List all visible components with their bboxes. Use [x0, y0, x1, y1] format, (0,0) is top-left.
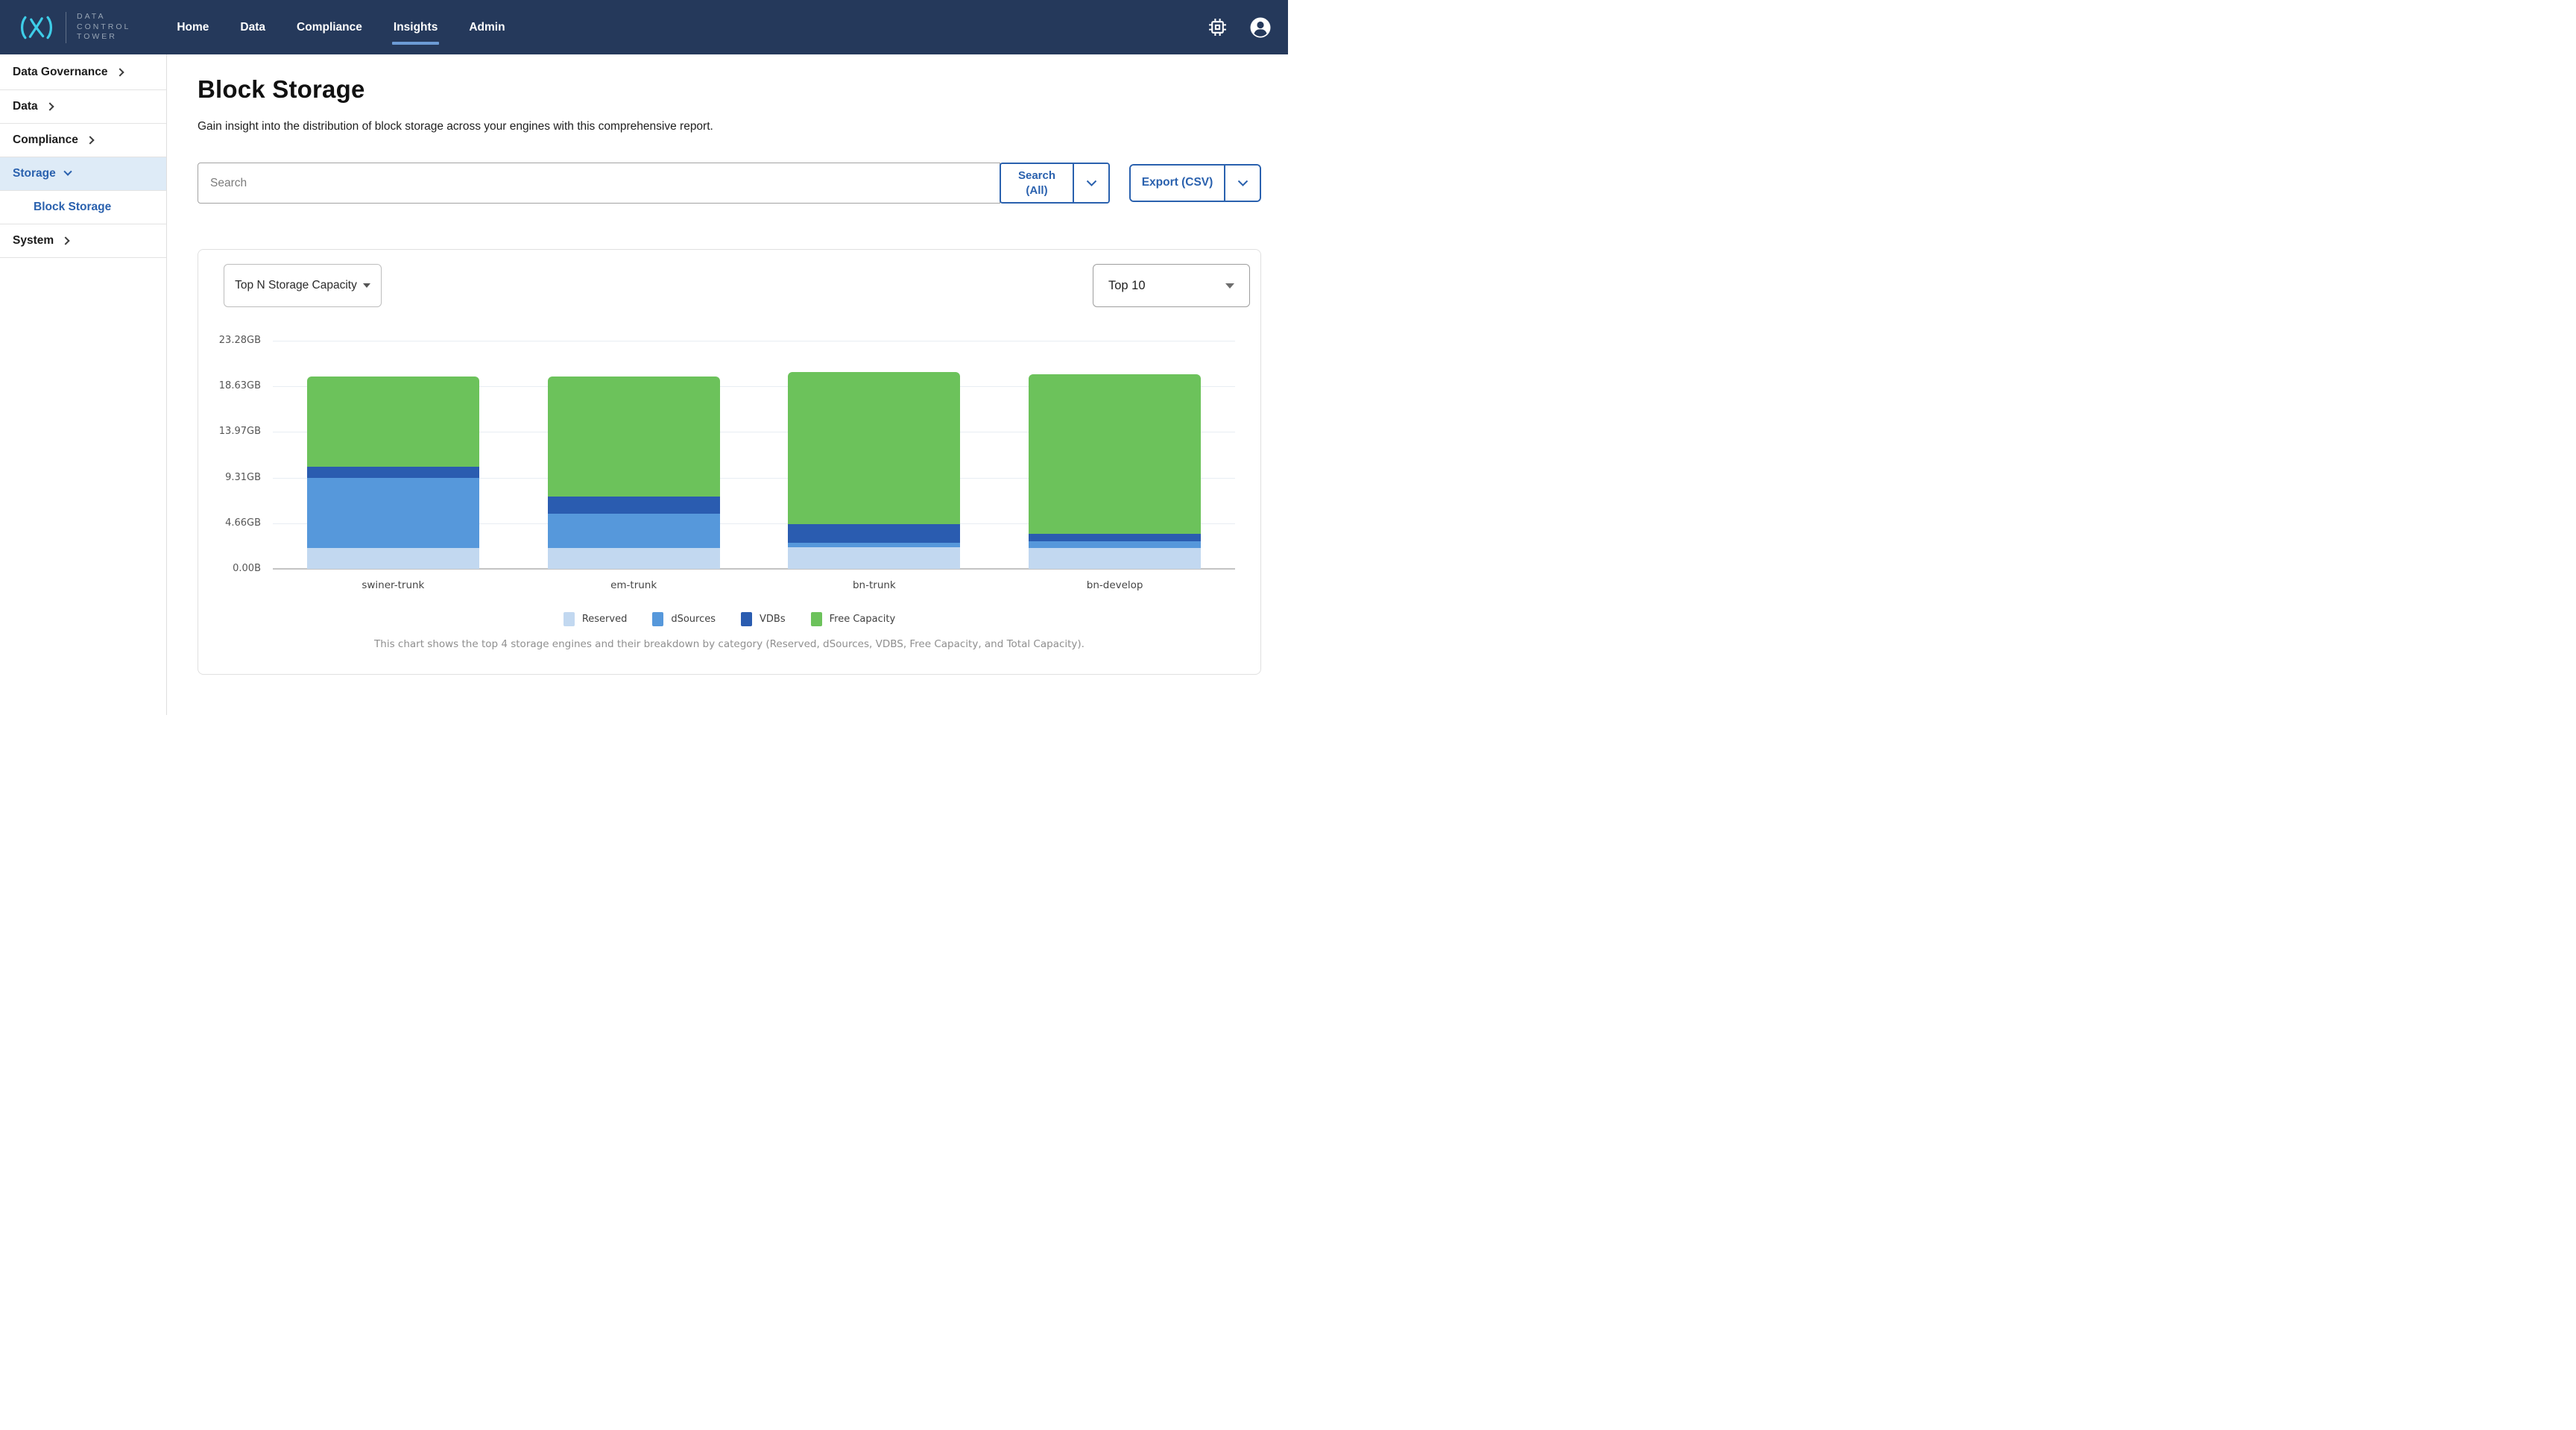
y-axis-tick-label: 0.00B: [185, 563, 261, 574]
bar-segment-free-capacity[interactable]: [548, 377, 720, 496]
navbar-actions: [1208, 16, 1288, 39]
bar-segment-dsources[interactable]: [548, 514, 720, 547]
legend-item-dsources[interactable]: dSources: [652, 612, 716, 626]
bar-segment-reserved[interactable]: [788, 547, 960, 569]
bar-segment-reserved[interactable]: [548, 548, 720, 569]
bar-segment-dsources[interactable]: [788, 543, 960, 547]
y-axis-tick-label: 23.28GB: [185, 335, 261, 346]
export-button-group: Export (CSV): [1129, 164, 1261, 202]
chart-legend: Reserved dSources VDBs Free Capacity: [198, 612, 1260, 626]
chevron-down-icon: [63, 168, 72, 176]
caret-down-icon: [363, 283, 370, 288]
search-input[interactable]: [198, 163, 1000, 204]
chevron-right-icon: [61, 236, 69, 245]
chart-caption: This chart shows the top 4 storage engin…: [198, 638, 1260, 650]
sidebar-item-block-storage[interactable]: Block Storage: [0, 191, 166, 224]
bar-segment-vdbs[interactable]: [307, 467, 479, 479]
stacked-bar-chart: 23.28GB18.63GB13.97GB9.31GB4.66GB0.00Bsw…: [273, 341, 1235, 569]
main-content: Block Storage Gain insight into the dist…: [167, 54, 1288, 715]
top-navbar: DATA CONTROL TOWER Home Data Compliance …: [0, 0, 1288, 54]
x-axis-category-label: bn-trunk: [853, 579, 896, 591]
top-n-select[interactable]: Top 10: [1093, 264, 1250, 307]
x-axis-category-label: em-trunk: [610, 579, 657, 591]
metric-selector-label: Top N Storage Capacity: [235, 279, 357, 292]
bar-segment-reserved[interactable]: [1029, 548, 1201, 569]
metric-selector-button[interactable]: Top N Storage Capacity: [224, 264, 382, 307]
search-button-label: Search: [1018, 169, 1055, 182]
legend-item-free-capacity[interactable]: Free Capacity: [811, 612, 896, 626]
sidebar-item-label: Block Storage: [34, 201, 111, 214]
chevron-right-icon: [86, 136, 94, 144]
search-options-dropdown-button[interactable]: [1073, 164, 1108, 202]
y-axis-tick-label: 9.31GB: [185, 472, 261, 483]
sidebar-item-compliance[interactable]: Compliance: [0, 124, 166, 157]
chart-card: Top N Storage Capacity Top 10 23.28GB18.…: [198, 249, 1261, 675]
page-subtitle: Gain insight into the distribution of bl…: [198, 120, 1261, 133]
x-axis-category-label: bn-develop: [1087, 579, 1143, 591]
legend-swatch: [811, 612, 822, 626]
x-axis-category-label: swiner-trunk: [362, 579, 424, 591]
search-all-button[interactable]: Search (All): [1001, 164, 1073, 202]
bar-segment-vdbs[interactable]: [1029, 534, 1201, 541]
bar-segment-vdbs[interactable]: [788, 524, 960, 543]
search-toolbar: Search (All) Export (CSV): [198, 163, 1261, 204]
chevron-down-icon: [1237, 180, 1248, 186]
nav-item-home[interactable]: Home: [177, 16, 209, 39]
legend-swatch: [564, 612, 575, 626]
chevron-right-icon: [45, 102, 54, 110]
y-axis-tick-label: 18.63GB: [185, 380, 261, 391]
dct-logo-icon: [19, 13, 54, 42]
bar-segment-free-capacity[interactable]: [1029, 374, 1201, 534]
y-axis-tick-label: 13.97GB: [185, 426, 261, 437]
legend-label: VDBs: [760, 614, 786, 625]
export-options-dropdown-button[interactable]: [1224, 166, 1260, 201]
page-title: Block Storage: [198, 75, 1261, 104]
caret-down-icon: [1225, 283, 1234, 289]
legend-label: Free Capacity: [830, 614, 896, 625]
sidebar-item-storage[interactable]: Storage: [0, 157, 166, 191]
top-n-value: Top 10: [1108, 279, 1146, 293]
sidebar-item-label: Compliance: [13, 133, 78, 147]
legend-item-reserved[interactable]: Reserved: [564, 612, 628, 626]
sidebar-item-label: Storage: [13, 167, 56, 180]
bar-segment-free-capacity[interactable]: [307, 377, 479, 467]
search-button-label2: (All): [1026, 184, 1047, 197]
export-csv-button[interactable]: Export (CSV): [1131, 166, 1224, 201]
nav-item-admin[interactable]: Admin: [469, 16, 505, 39]
sidebar: Data Governance Data Compliance Storage …: [0, 54, 167, 715]
legend-swatch: [741, 612, 752, 626]
legend-item-vdbs[interactable]: VDBs: [741, 612, 786, 626]
sidebar-item-data[interactable]: Data: [0, 90, 166, 124]
legend-label: dSources: [671, 614, 716, 625]
bar-segment-dsources[interactable]: [1029, 541, 1201, 548]
sidebar-item-label: Data Governance: [13, 66, 108, 79]
y-axis-tick-label: 4.66GB: [185, 517, 261, 529]
legend-swatch: [652, 612, 663, 626]
search-button-group: Search (All): [1000, 163, 1110, 204]
chevron-right-icon: [116, 68, 124, 76]
nav-item-compliance[interactable]: Compliance: [297, 16, 362, 39]
chip-icon[interactable]: [1208, 18, 1227, 37]
sidebar-item-label: Data: [13, 100, 38, 113]
bar-segment-dsources[interactable]: [307, 478, 479, 547]
logo-text: DATA CONTROL TOWER: [77, 12, 130, 43]
bar-segment-reserved[interactable]: [307, 548, 479, 569]
main-nav: Home Data Compliance Insights Admin: [177, 16, 505, 39]
app-logo[interactable]: DATA CONTROL TOWER: [19, 12, 130, 43]
legend-label: Reserved: [582, 614, 628, 625]
nav-item-insights[interactable]: Insights: [394, 16, 438, 39]
sidebar-item-system[interactable]: System: [0, 224, 166, 258]
sidebar-item-data-governance[interactable]: Data Governance: [0, 54, 166, 90]
bar-segment-vdbs[interactable]: [548, 497, 720, 514]
chevron-down-icon: [1086, 180, 1097, 186]
bar-segment-free-capacity[interactable]: [788, 372, 960, 524]
sidebar-item-label: System: [13, 234, 54, 248]
nav-item-data[interactable]: Data: [240, 16, 265, 39]
account-icon[interactable]: [1249, 16, 1272, 39]
